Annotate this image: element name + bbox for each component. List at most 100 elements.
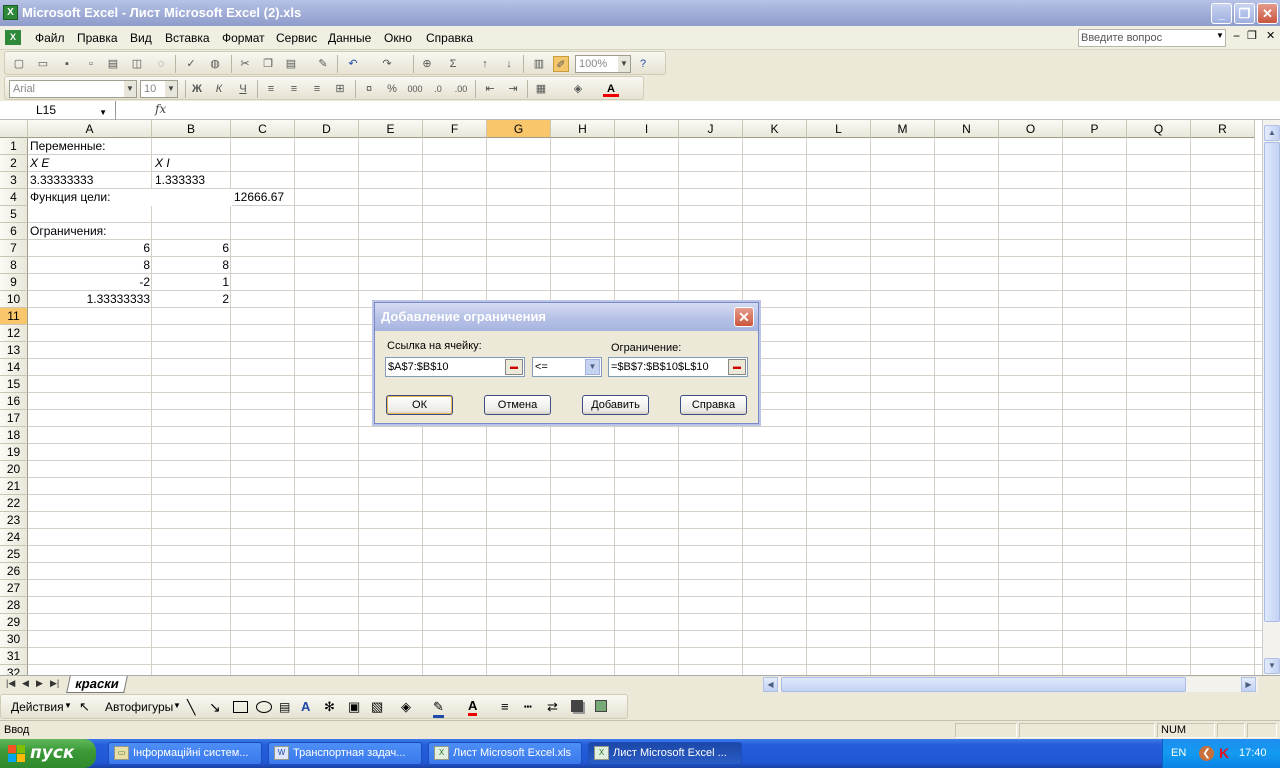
new-icon[interactable]: ▢: [11, 56, 27, 72]
row-header-21[interactable]: 21: [0, 478, 28, 495]
column-header-L[interactable]: L: [807, 120, 871, 138]
taskbar-item-folder[interactable]: ▭ Інформаційні систем...: [108, 742, 262, 765]
chevron-down-icon[interactable]: ▼: [173, 701, 181, 710]
undo-icon[interactable]: ↶: [345, 56, 361, 72]
menu-help[interactable]: Справка: [426, 31, 473, 45]
oval-icon[interactable]: [256, 701, 272, 713]
drawing-icon[interactable]: ✐: [553, 56, 569, 72]
row-header-31[interactable]: 31: [0, 648, 28, 665]
italic-icon[interactable]: К: [211, 81, 227, 97]
align-left-icon[interactable]: ≡: [263, 81, 279, 97]
cell-B9[interactable]: 1: [153, 274, 231, 291]
column-header-F[interactable]: F: [423, 120, 487, 138]
row-header-18[interactable]: 18: [0, 427, 28, 444]
align-center-icon[interactable]: ≡: [286, 81, 302, 97]
print-preview-icon[interactable]: ◫: [129, 56, 145, 72]
horizontal-scrollbar[interactable]: ◀ ▶: [763, 677, 1258, 692]
zoom-select[interactable]: 100% ▼: [575, 55, 631, 73]
chart-wizard-icon[interactable]: ▥: [531, 56, 547, 72]
row-header-25[interactable]: 25: [0, 546, 28, 563]
wordart-icon[interactable]: A: [301, 699, 310, 714]
cell-A9[interactable]: -2: [28, 274, 152, 291]
research-book-icon[interactable]: ◍: [207, 56, 223, 72]
hyperlink-icon[interactable]: ⊕: [419, 56, 435, 72]
row-header-26[interactable]: 26: [0, 563, 28, 580]
antivirus-icon[interactable]: K: [1219, 739, 1229, 768]
cell-A10[interactable]: 1.33333333: [28, 291, 152, 308]
column-header-N[interactable]: N: [935, 120, 999, 138]
vertical-scroll-thumb[interactable]: [1264, 142, 1280, 622]
arrow-icon[interactable]: ↘: [209, 699, 221, 716]
cell-B8[interactable]: 8: [153, 257, 231, 274]
column-header-J[interactable]: J: [679, 120, 743, 138]
row-header-3[interactable]: 3: [0, 172, 28, 189]
chevron-down-icon[interactable]: ▼: [585, 359, 600, 375]
sort-descending-icon[interactable]: ↓: [501, 56, 517, 72]
menu-data[interactable]: Данные: [328, 31, 371, 45]
font-name-select[interactable]: Arial ▼: [9, 80, 137, 98]
3d-style-icon[interactable]: [595, 700, 607, 712]
cell-A3[interactable]: 3.33333333: [28, 172, 95, 189]
clipart-icon[interactable]: ▣: [348, 699, 360, 715]
format-painter-icon[interactable]: ✎: [315, 56, 331, 72]
prev-sheet-icon[interactable]: ◀: [22, 678, 29, 689]
menu-edit[interactable]: Правка: [77, 31, 118, 45]
save-icon[interactable]: ▪: [59, 56, 75, 72]
font-color-icon[interactable]: A: [468, 698, 478, 716]
column-header-I[interactable]: I: [615, 120, 679, 138]
column-header-O[interactable]: O: [999, 120, 1063, 138]
tray-arrow-icon[interactable]: ❮: [1199, 746, 1214, 761]
row-header-30[interactable]: 30: [0, 631, 28, 648]
sort-ascending-icon[interactable]: ↑: [477, 56, 493, 72]
row-header-2[interactable]: 2: [0, 155, 28, 172]
decrease-decimal-icon[interactable]: .00: [453, 81, 469, 97]
row-header-17[interactable]: 17: [0, 410, 28, 427]
ok-button[interactable]: ОК: [386, 395, 453, 415]
diagram-icon[interactable]: ✻: [324, 699, 335, 715]
redo-icon[interactable]: ↷: [379, 56, 395, 72]
autosum-icon[interactable]: Σ: [445, 56, 461, 72]
row-header-13[interactable]: 13: [0, 342, 28, 359]
cell-A7[interactable]: 6: [28, 240, 152, 257]
bold-icon[interactable]: Ж: [189, 81, 205, 97]
scroll-up-icon[interactable]: ▲: [1264, 125, 1280, 141]
row-header-23[interactable]: 23: [0, 512, 28, 529]
row-header-16[interactable]: 16: [0, 393, 28, 410]
currency-icon[interactable]: ¤: [361, 81, 377, 97]
borders-icon[interactable]: ▦: [533, 81, 549, 97]
column-header-Q[interactable]: Q: [1127, 120, 1191, 138]
percent-icon[interactable]: %: [384, 81, 400, 97]
doc-minimize-button[interactable]: −: [1233, 29, 1240, 43]
row-header-22[interactable]: 22: [0, 495, 28, 512]
fill-color-icon[interactable]: ◈: [401, 699, 411, 715]
align-right-icon[interactable]: ≡: [309, 81, 325, 97]
first-sheet-icon[interactable]: |◀: [6, 678, 15, 689]
row-header-15[interactable]: 15: [0, 376, 28, 393]
horizontal-scroll-thumb[interactable]: [781, 677, 1186, 692]
menu-file[interactable]: Файл: [35, 31, 65, 45]
row-header-24[interactable]: 24: [0, 529, 28, 546]
column-header-H[interactable]: H: [551, 120, 615, 138]
insert-function-icon[interactable]: fx: [155, 102, 166, 116]
taskbar-item-word[interactable]: W Транспортная задач...: [268, 742, 422, 765]
spelling-icon[interactable]: ✓: [183, 56, 199, 72]
column-header-R[interactable]: R: [1191, 120, 1255, 138]
row-header-28[interactable]: 28: [0, 597, 28, 614]
cell-A6[interactable]: Ограничения:: [28, 223, 108, 240]
underline-icon[interactable]: Ч: [235, 81, 251, 97]
column-header-B[interactable]: B: [152, 120, 231, 138]
row-header-10[interactable]: 10: [0, 291, 28, 308]
row-header-11[interactable]: 11: [0, 308, 28, 325]
ask-question-input[interactable]: Введите вопрос: [1078, 29, 1226, 47]
taskbar-item-excel-1[interactable]: X Лист Microsoft Excel.xls: [428, 742, 582, 765]
cell-A1[interactable]: Переменные:: [28, 138, 107, 155]
permission-icon[interactable]: ▫: [83, 56, 99, 72]
column-header-M[interactable]: M: [871, 120, 935, 138]
doc-close-button[interactable]: ✕: [1266, 29, 1275, 42]
row-header-14[interactable]: 14: [0, 359, 28, 376]
decrease-indent-icon[interactable]: ⇤: [482, 81, 498, 97]
column-header-E[interactable]: E: [359, 120, 423, 138]
row-header-27[interactable]: 27: [0, 580, 28, 597]
picture-icon[interactable]: ▧: [371, 699, 383, 715]
vertical-scrollbar[interactable]: ▲ ▼: [1262, 120, 1280, 675]
